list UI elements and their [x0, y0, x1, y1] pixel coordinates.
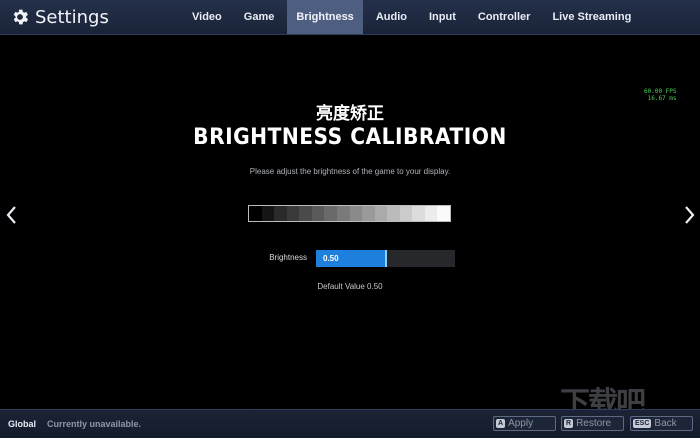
tab-live-streaming[interactable]: Live Streaming: [543, 0, 640, 34]
gradient-swatch: [274, 206, 287, 221]
gradient-swatch: [286, 206, 300, 221]
tab-controller[interactable]: Controller: [469, 0, 540, 34]
brightness-gradient-bar: [248, 205, 451, 222]
gradient-swatch: [424, 206, 438, 221]
slider-value: 0.50: [323, 254, 339, 263]
heading-chinese: 亮度矫正: [316, 104, 384, 124]
apply-label: Apply: [508, 418, 534, 429]
gradient-swatch: [437, 206, 450, 221]
restore-label: Restore: [576, 418, 612, 429]
tab-video[interactable]: Video: [183, 0, 231, 34]
gradient-swatch: [349, 206, 363, 221]
settings-title-group: Settings: [10, 5, 109, 29]
back-button[interactable]: ESC Back: [630, 416, 693, 431]
tab-game[interactable]: Game: [235, 0, 284, 34]
back-key-icon: ESC: [633, 419, 652, 428]
gradient-swatch: [374, 206, 388, 221]
gradient-swatch: [261, 206, 275, 221]
gear-icon: [13, 9, 29, 25]
back-label: Back: [654, 418, 677, 429]
chevron-right-icon[interactable]: [684, 205, 696, 225]
gradient-swatch: [362, 206, 375, 221]
settings-tabs: Video Game Brightness Audio Input Contro…: [183, 0, 644, 34]
page-title: Settings: [35, 6, 109, 28]
top-bar: Settings Video Game Brightness Audio Inp…: [0, 0, 700, 35]
restore-key-icon: R: [564, 419, 574, 428]
restore-button[interactable]: R Restore: [561, 416, 624, 431]
gradient-swatch: [324, 206, 337, 221]
fps-value: 60.00 FPS: [644, 88, 677, 95]
gradient-swatch: [387, 206, 400, 221]
brightness-slider[interactable]: 0.50: [316, 250, 455, 267]
bottom-bar: Global Currently unavailable. A Apply R …: [0, 409, 700, 438]
instruction-text: Please adjust the brightness of the game…: [249, 167, 451, 176]
status-message: Currently unavailable.: [47, 419, 142, 429]
gradient-swatch: [249, 206, 262, 221]
default-value-text: Default Value 0.50: [317, 282, 383, 291]
gradient-swatch: [399, 206, 413, 221]
chevron-left-icon[interactable]: [5, 205, 17, 225]
gradient-swatch: [311, 206, 325, 221]
tab-audio[interactable]: Audio: [367, 0, 416, 34]
gradient-swatch: [336, 206, 350, 221]
tab-brightness[interactable]: Brightness: [287, 0, 363, 34]
heading-brightness-calibration: BRIGHTNESS CALIBRATION: [193, 125, 507, 150]
tab-input[interactable]: Input: [420, 0, 465, 34]
slider-thumb[interactable]: [385, 250, 387, 267]
gradient-swatch: [299, 206, 312, 221]
brightness-label: Brightness: [269, 253, 307, 262]
gradient-swatch: [412, 206, 425, 221]
apply-button[interactable]: A Apply: [493, 416, 556, 431]
apply-key-icon: A: [496, 419, 506, 428]
global-label: Global: [8, 419, 37, 429]
